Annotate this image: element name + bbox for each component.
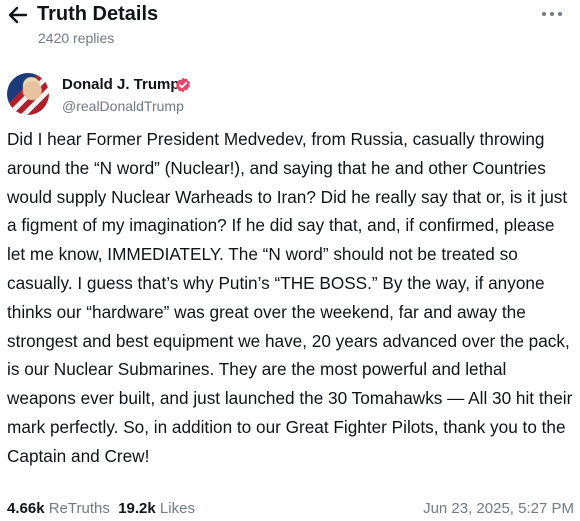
page-title: Truth Details [37, 3, 159, 25]
author-name[interactable]: Donald J. Trump [62, 75, 180, 94]
likes-count: 19.2k [118, 500, 156, 517]
more-options-button[interactable] [542, 10, 562, 18]
avatar[interactable] [7, 73, 49, 115]
retruths-count: 4.66k [7, 500, 45, 517]
verified-badge-icon [176, 77, 190, 93]
retruths-label: ReTruths [48, 500, 110, 517]
retruths-stat[interactable]: 4.66k ReTruths [7, 500, 110, 517]
post-timestamp: Jun 23, 2025, 5:27 PM [423, 500, 574, 517]
header: Truth Details 2420 replies [0, 0, 580, 56]
reply-count: 2420 replies [38, 30, 115, 46]
author-handle[interactable]: @realDonaldTrump [62, 97, 184, 115]
likes-label: Likes [159, 500, 195, 517]
arrow-left-icon[interactable] [6, 3, 30, 27]
more-horizontal-icon-dot [550, 12, 554, 16]
more-horizontal-icon [542, 12, 546, 16]
more-horizontal-icon-dot [558, 12, 562, 16]
post-stats: 4.66k ReTruths 19.2k Likes [7, 500, 195, 518]
post-body: Did I hear Former President Medvedev, fr… [7, 129, 573, 466]
likes-stat[interactable]: 19.2k Likes [118, 500, 195, 517]
